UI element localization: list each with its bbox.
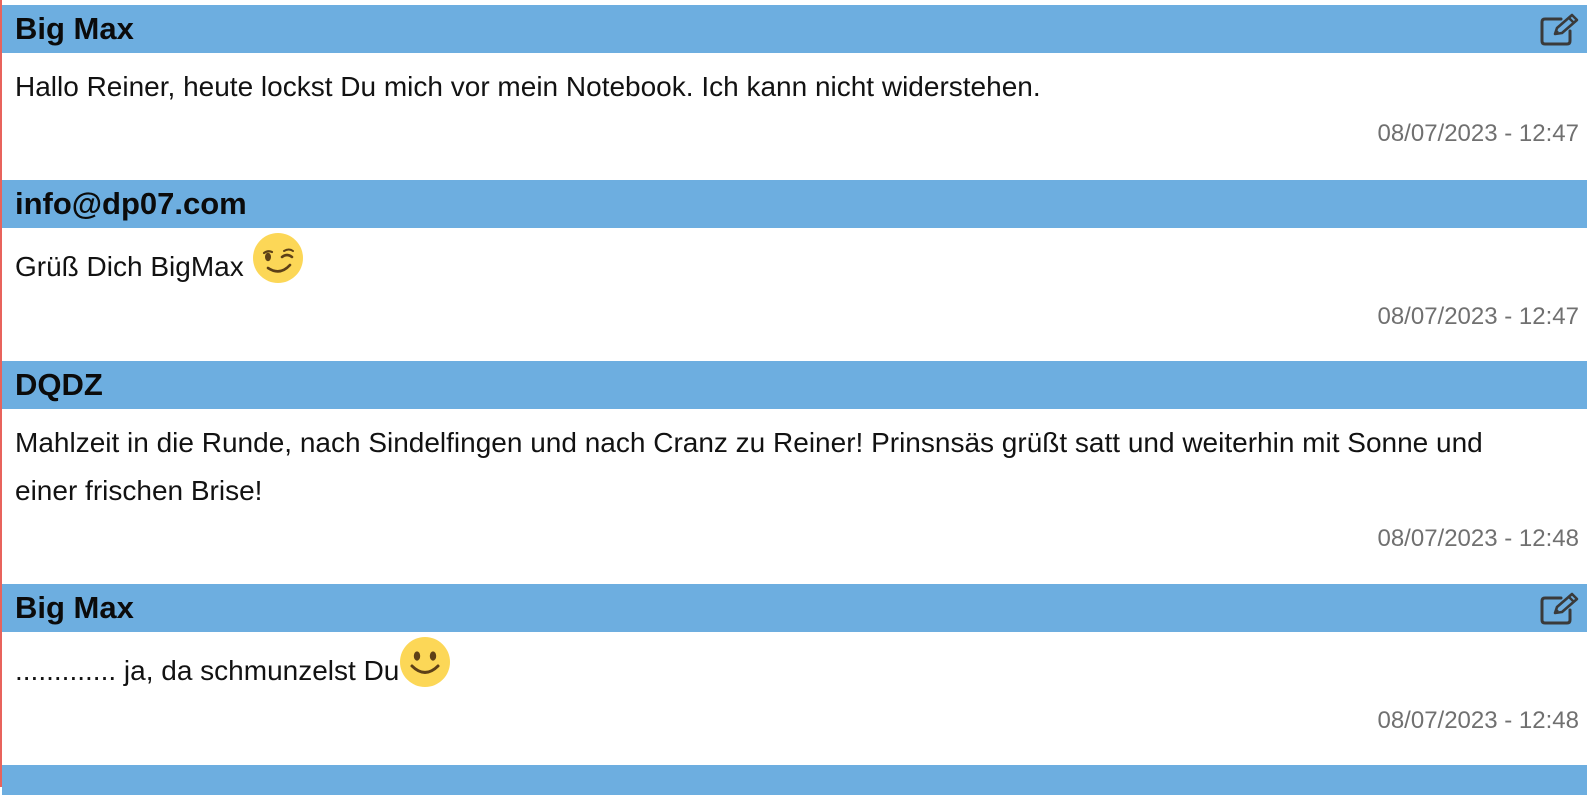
post-author: Big Max (15, 11, 134, 46)
edit-icon[interactable] (1539, 592, 1579, 626)
guestbook-feed: Big Max Hallo Reiner, heute lockst Du mi… (2, 5, 1587, 795)
post-body: Hallo Reiner, heute lockst Du mich vor m… (2, 53, 1587, 180)
post-body: ............. ja, da schmunzelst Du 08/0… (2, 632, 1587, 765)
smiling-face-emoji-icon (399, 636, 451, 703)
post-entry (2, 765, 1587, 795)
post-timestamp: 08/07/2023 - 12:47 (1377, 120, 1579, 147)
post-author: Big Max (15, 590, 134, 625)
post-timestamp: 08/07/2023 - 12:48 (1377, 525, 1579, 552)
post-author: DQDZ (15, 367, 103, 402)
post-timestamp: 08/07/2023 - 12:48 (1377, 707, 1579, 734)
winking-face-emoji-icon (252, 232, 304, 299)
post-message: Hallo Reiner, heute lockst Du mich vor m… (2, 53, 1587, 111)
post-header-partial (2, 765, 1587, 795)
post-entry: info@dp07.com Grüß Dich BigMax 08/07/202… (2, 180, 1587, 361)
post-entry: DQDZ Mahlzeit in die Runde, nach Sindelf… (2, 361, 1587, 584)
edit-icon[interactable] (1539, 13, 1579, 47)
post-header: Big Max (2, 5, 1587, 53)
post-author: info@dp07.com (15, 186, 247, 221)
post-header: info@dp07.com (2, 180, 1587, 228)
post-entry: Big Max Hallo Reiner, heute lockst Du mi… (2, 5, 1587, 180)
left-edge-rule (0, 0, 2, 787)
post-entry: Big Max ............. ja, da schmunzelst… (2, 584, 1587, 765)
post-message: ............. ja, da schmunzelst Du (2, 632, 1587, 703)
post-message-text: Grüß Dich BigMax (15, 250, 252, 282)
post-header: DQDZ (2, 361, 1587, 409)
post-message-text: Mahlzeit in die Runde, nach Sindelfingen… (15, 427, 1483, 506)
post-message-text: ............. ja, da schmunzelst Du (15, 654, 400, 686)
post-message: Grüß Dich BigMax (2, 228, 1587, 299)
post-body: Mahlzeit in die Runde, nach Sindelfingen… (2, 409, 1587, 584)
post-message: Mahlzeit in die Runde, nach Sindelfingen… (2, 409, 1587, 515)
post-body: Grüß Dich BigMax 08/07/2023 - 12:47 (2, 228, 1587, 361)
post-header: Big Max (2, 584, 1587, 632)
post-timestamp: 08/07/2023 - 12:47 (1377, 303, 1579, 330)
post-message-text: Hallo Reiner, heute lockst Du mich vor m… (15, 71, 1041, 102)
